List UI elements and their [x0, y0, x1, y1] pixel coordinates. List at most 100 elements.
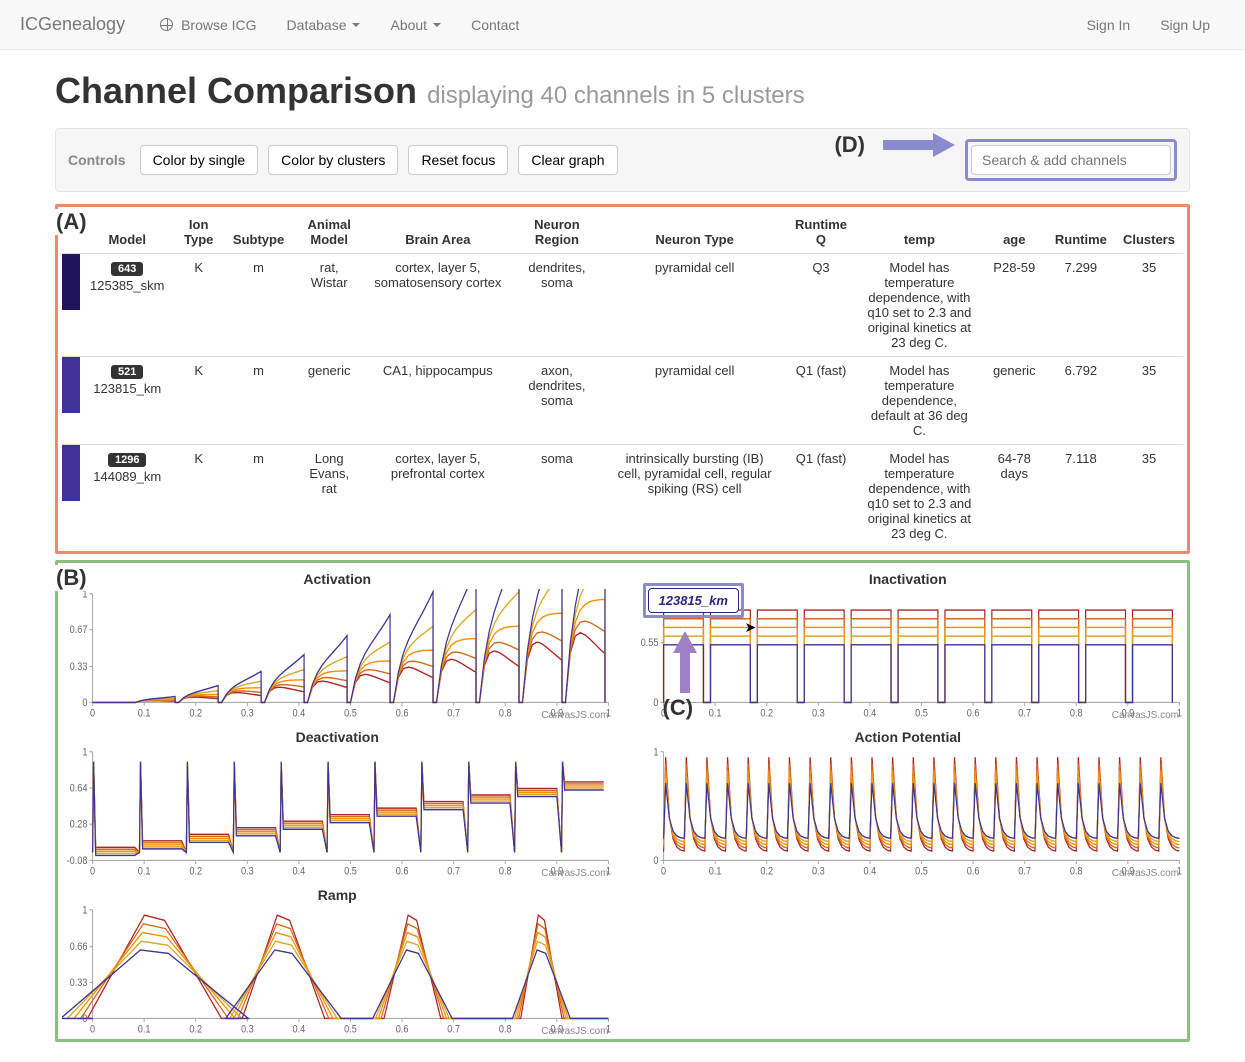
model-badge[interactable]: 643 — [111, 262, 143, 276]
svg-text:0.4: 0.4 — [293, 866, 306, 877]
svg-text:0.8: 0.8 — [499, 866, 512, 877]
svg-text:0.3: 0.3 — [241, 1024, 254, 1035]
controls-wrap: Controls Color by single Color by cluste… — [55, 128, 1190, 192]
table-row[interactable]: 643125385_skm Kmrat, Wistarcortex, layer… — [62, 254, 1183, 357]
brand[interactable]: ICGenealogy — [20, 14, 125, 35]
svg-text:0.7: 0.7 — [447, 708, 460, 719]
chevron-down-icon — [433, 23, 441, 27]
table-row[interactable]: 521123815_km KmgenericCA1, hippocampus a… — [62, 357, 1183, 445]
svg-text:0.66: 0.66 — [70, 942, 88, 954]
table-row[interactable]: 1296144089_km KmLong Evans, ratcortex, l… — [62, 445, 1183, 548]
svg-text:0: 0 — [90, 708, 96, 719]
chart-activation[interactable]: Activation 00.330.67100.10.20.30.40.50.6… — [62, 571, 613, 719]
svg-text:0.8: 0.8 — [499, 1024, 512, 1035]
svg-text:0.2: 0.2 — [760, 708, 773, 719]
channel-table: Model Ion Type Subtype Animal Model Brai… — [62, 211, 1183, 547]
navbar: ICGenealogy Browse ICG Database About Co… — [0, 0, 1245, 50]
svg-text:0.1: 0.1 — [708, 866, 721, 877]
nav-contact[interactable]: Contact — [456, 2, 534, 48]
svg-text:0.5: 0.5 — [344, 1024, 357, 1035]
nav-links: Browse ICG Database About Contact — [145, 2, 1072, 48]
clear-graph-button[interactable]: Clear graph — [518, 145, 617, 175]
search-highlight — [965, 139, 1177, 181]
color-clusters-button[interactable]: Color by clusters — [268, 145, 398, 175]
nav-about[interactable]: About — [375, 2, 456, 48]
chart-title: Deactivation — [62, 729, 613, 745]
svg-text:0.7: 0.7 — [1018, 708, 1031, 719]
svg-text:0.3: 0.3 — [241, 708, 254, 719]
svg-text:0.67: 0.67 — [70, 625, 88, 637]
color-swatch — [62, 445, 80, 501]
nav-database[interactable]: Database — [272, 2, 376, 48]
svg-text:0.2: 0.2 — [189, 1024, 202, 1035]
svg-text:0.2: 0.2 — [189, 866, 202, 877]
svg-text:0.6: 0.6 — [966, 866, 979, 877]
chart-title: Action Potential — [633, 729, 1184, 745]
section-a: (A) Model Ion Type Subtype Animal Model … — [55, 204, 1190, 554]
controls-label: Controls — [68, 152, 126, 168]
chart-ramp[interactable]: Ramp 00.330.66100.10.20.30.40.50.60.70.8… — [62, 887, 613, 1035]
model-badge[interactable]: 1296 — [108, 453, 146, 467]
page-title: Channel Comparison displaying 40 channel… — [55, 70, 1190, 112]
table-header-row: Model Ion Type Subtype Animal Model Brai… — [62, 211, 1183, 254]
color-single-button[interactable]: Color by single — [140, 145, 259, 175]
color-swatch — [62, 254, 80, 310]
svg-text:0.4: 0.4 — [293, 1024, 306, 1035]
svg-text:0: 0 — [653, 855, 659, 867]
annotation-c: (C) — [663, 695, 694, 721]
search-input[interactable] — [971, 145, 1171, 175]
svg-text:1: 1 — [82, 905, 88, 916]
svg-text:0.3: 0.3 — [811, 866, 824, 877]
svg-text:0.2: 0.2 — [760, 866, 773, 877]
svg-text:0.6: 0.6 — [396, 1024, 409, 1035]
svg-text:0.55: 0.55 — [640, 638, 658, 650]
reset-focus-button[interactable]: Reset focus — [408, 145, 508, 175]
chart-credit: CanvasJS.com — [541, 710, 608, 721]
chart-credit: CanvasJS.com — [541, 1026, 608, 1037]
svg-text:0.6: 0.6 — [966, 708, 979, 719]
svg-text:0.1: 0.1 — [138, 866, 151, 877]
annotation-a: (A) — [54, 209, 89, 235]
svg-text:0.6: 0.6 — [396, 866, 409, 877]
svg-text:0.8: 0.8 — [1069, 708, 1082, 719]
arrow-up-icon — [673, 631, 697, 653]
svg-text:0.5: 0.5 — [915, 866, 928, 877]
svg-text:1: 1 — [653, 589, 659, 600]
nav-browse[interactable]: Browse ICG — [145, 2, 271, 48]
chevron-down-icon — [352, 23, 360, 27]
svg-text:0.64: 0.64 — [70, 783, 88, 795]
annotation-b: (B) — [54, 565, 89, 591]
svg-text:0.4: 0.4 — [863, 866, 876, 877]
chart-inactivation[interactable]: Inactivation 00.55100.10.20.30.40.50.60.… — [633, 571, 1184, 719]
svg-text:0.8: 0.8 — [1069, 866, 1082, 877]
svg-text:0.4: 0.4 — [863, 708, 876, 719]
svg-text:0.33: 0.33 — [70, 662, 88, 674]
model-badge[interactable]: 521 — [111, 365, 143, 379]
svg-text:0.6: 0.6 — [396, 708, 409, 719]
svg-text:0.1: 0.1 — [138, 1024, 151, 1035]
chart-title: Inactivation — [633, 571, 1184, 587]
svg-text:0.3: 0.3 — [241, 866, 254, 877]
svg-text:0: 0 — [90, 866, 96, 877]
chart-title: Activation — [62, 571, 613, 587]
nav-signin[interactable]: Sign In — [1072, 2, 1146, 48]
chart-credit: CanvasJS.com — [541, 868, 608, 879]
main: Channel Comparison displaying 40 channel… — [0, 50, 1245, 1062]
svg-text:0: 0 — [90, 1024, 96, 1035]
svg-text:1: 1 — [653, 747, 659, 758]
svg-text:-0.08: -0.08 — [67, 855, 88, 867]
svg-text:0.5: 0.5 — [915, 708, 928, 719]
controls-bar: Controls Color by single Color by cluste… — [55, 128, 1190, 192]
nav-signup[interactable]: Sign Up — [1145, 2, 1225, 48]
chart-credit: CanvasJS.com — [1112, 710, 1179, 721]
svg-text:0: 0 — [653, 697, 659, 709]
svg-text:0.5: 0.5 — [344, 708, 357, 719]
svg-text:0.1: 0.1 — [138, 708, 151, 719]
svg-text:0.7: 0.7 — [1018, 866, 1031, 877]
svg-text:0: 0 — [82, 697, 88, 709]
nav-right: Sign In Sign Up — [1072, 2, 1225, 48]
chart-ap[interactable]: Action Potential 0100.10.20.30.40.50.60.… — [633, 729, 1184, 877]
chart-credit: CanvasJS.com — [1112, 868, 1179, 879]
chart-deactivation[interactable]: Deactivation -0.080.280.64100.10.20.30.4… — [62, 729, 613, 877]
svg-text:0.5: 0.5 — [344, 866, 357, 877]
